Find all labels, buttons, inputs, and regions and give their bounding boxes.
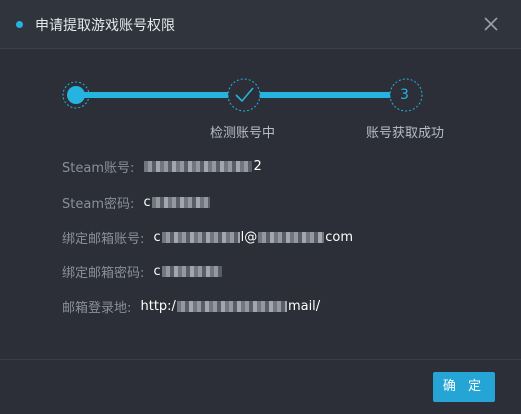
steam-account-label: Steam账号: <box>62 161 135 176</box>
steam-account-value[interactable]: 2 <box>143 159 262 174</box>
email-login-url-link[interactable]: http:/ mail/ <box>140 299 320 314</box>
dialog-header: 申请提取游戏账号权限 <box>0 0 521 49</box>
step-2-circle <box>227 78 261 112</box>
email-login-url-label: 邮箱登录地: <box>62 301 132 316</box>
request-dialog: 申请提取游戏账号权限 3 检测账号中 账号获取成功 Steam账号: 2 Ste… <box>0 0 521 414</box>
steam-password-value-prefix: c <box>143 195 151 210</box>
step-3-label: 账号获取成功 <box>366 126 445 141</box>
email-login-url-suffix: mail/ <box>287 299 321 314</box>
email-account-value[interactable]: c l@ com <box>153 230 353 245</box>
email-account-value-prefix: c <box>153 230 161 245</box>
redacted-mask <box>161 232 240 243</box>
email-account-row: 绑定邮箱账号: c l@ com <box>62 227 353 247</box>
steam-password-row: Steam密码: c <box>62 192 211 212</box>
title-dot-icon <box>16 21 23 28</box>
steam-password-label: Steam密码: <box>62 197 135 212</box>
progress-stepper: 3 检测账号中 账号获取成功 <box>0 60 521 150</box>
redacted-mask <box>151 197 210 208</box>
email-password-row: 绑定邮箱密码: c <box>62 261 223 281</box>
email-password-label: 绑定邮箱密码: <box>62 266 145 281</box>
email-account-value-mid: l@ <box>240 230 258 245</box>
step-2-label: 检测账号中 <box>210 126 276 141</box>
email-password-value-prefix: c <box>153 264 161 279</box>
dialog-title: 申请提取游戏账号权限 <box>35 18 175 34</box>
redacted-mask <box>176 301 287 312</box>
redacted-mask <box>144 161 253 172</box>
email-login-url-row: 邮箱登录地: http:/ mail/ <box>62 296 320 316</box>
steam-account-row: Steam账号: 2 <box>62 156 262 176</box>
email-account-label: 绑定邮箱账号: <box>62 232 145 247</box>
confirm-button[interactable]: 确 定 <box>433 372 495 402</box>
redacted-mask <box>258 232 325 243</box>
email-account-value-suffix: com <box>325 230 354 245</box>
step-1-dot <box>67 86 85 104</box>
steam-account-value-suffix: 2 <box>253 159 262 174</box>
close-icon[interactable] <box>481 14 501 34</box>
email-login-url-prefix: http:/ <box>140 299 176 314</box>
email-password-value[interactable]: c <box>153 264 222 279</box>
redacted-mask <box>161 266 222 277</box>
steam-password-value[interactable]: c <box>143 195 210 210</box>
step-3-number: 3 <box>400 87 409 103</box>
